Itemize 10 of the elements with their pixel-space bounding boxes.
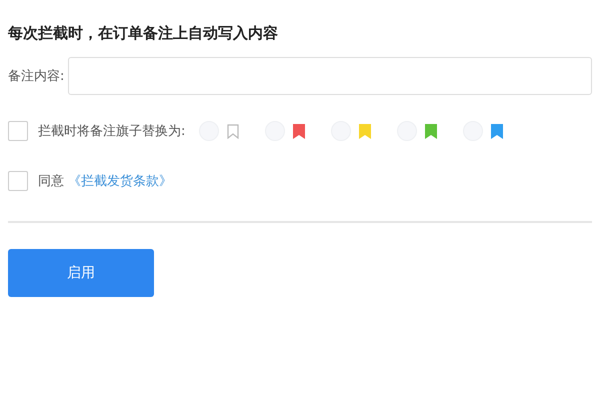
section-heading: 每次拦截时，在订单备注上自动写入内容 <box>8 24 279 43</box>
field-label: 备注内容: <box>8 68 64 85</box>
agree-label: 同意 <box>38 173 64 190</box>
flag-outline-icon <box>227 123 240 139</box>
terms-link[interactable]: 《拦截发货条款》 <box>68 172 172 190</box>
note-field[interactable] <box>68 57 592 95</box>
option-label: 拦截时将备注旗子替换为: <box>38 123 186 140</box>
enable-button[interactable]: 启用 <box>8 249 154 297</box>
checkbox[interactable] <box>8 121 28 141</box>
checkbox[interactable] <box>8 171 28 191</box>
